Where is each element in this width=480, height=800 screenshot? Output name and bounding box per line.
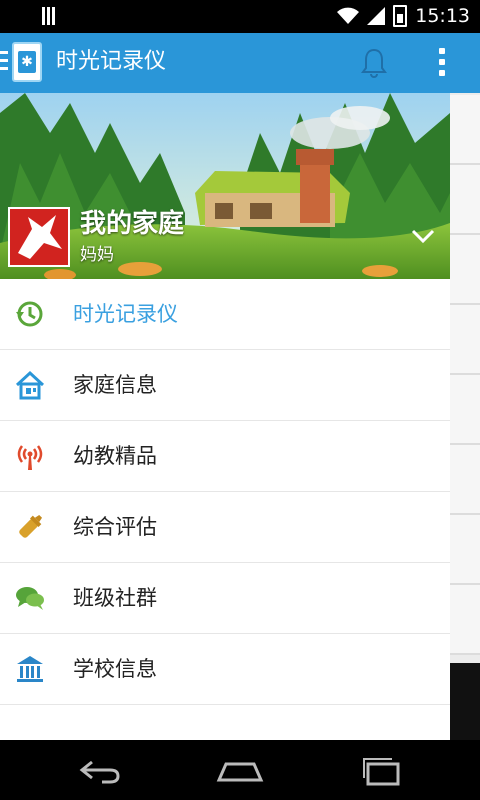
avatar-image [18,215,62,259]
notification-icon [42,7,60,25]
overflow-menu-icon[interactable] [439,48,447,81]
menu-item-class-community[interactable]: 班级社群 [0,563,450,634]
list-item [450,235,480,305]
baby-bottle-icon [19,514,43,538]
app-logo[interactable]: ✱ [12,42,42,82]
menu-item-label: 家庭信息 [73,373,157,397]
system-nav-bar [0,740,480,800]
menu-item-assessment[interactable]: 综合评估 [0,492,450,563]
bell-icon[interactable] [360,47,388,79]
clock-history-icon [16,301,43,327]
menu-item-family-info[interactable]: 家庭信息 [0,350,450,421]
menu-item-label: 班级社群 [73,586,157,610]
list-item [450,585,480,655]
menu-item-preschool-picks[interactable]: 幼教精品 [0,421,450,492]
menu-item-label: 时光记录仪 [73,302,178,326]
list-item [450,165,480,235]
home-icon [15,370,45,400]
wifi-icon [337,7,360,24]
signal-icon [367,7,386,25]
menu-item-time-recorder[interactable]: 时光记录仪 [0,279,450,350]
status-time: 15:13 [415,5,470,27]
family-name: 我的家庭 [80,209,185,239]
menu-item-school-info[interactable]: 学校信息 [0,634,450,705]
recent-apps-icon[interactable] [360,756,404,786]
back-icon[interactable] [78,758,122,784]
status-bar: 15:13 [0,0,480,33]
school-building-icon [17,656,43,682]
list-item [450,305,480,375]
drawer-header[interactable]: 我的家庭 妈妈 [0,93,450,279]
menu-item-label: 幼教精品 [73,444,157,468]
dark-strip [450,663,480,740]
list-item [450,515,480,585]
menu-item-label: 学校信息 [73,657,157,681]
chat-bubbles-icon [16,587,44,610]
drawer-menu: 时光记录仪 家庭信息 幼教精品 综合评估 班级社群 学校信息 [0,279,450,705]
home-nav-icon[interactable] [216,758,264,784]
family-role: 妈妈 [80,245,114,265]
list-item [450,375,480,445]
chevron-down-icon[interactable] [410,227,436,245]
menu-item-label: 综合评估 [73,515,157,539]
app-title: 时光记录仪 [56,49,167,74]
navigation-drawer: 我的家庭 妈妈 时光记录仪 家庭信息 幼教精品 综合评估 班级社群 学校信息 [0,93,450,740]
list-item [450,95,480,165]
broadcast-icon [17,445,43,470]
list-item [450,445,480,515]
battery-icon [393,5,408,27]
drawer-toggle-icon[interactable] [0,51,10,75]
avatar[interactable] [8,207,70,267]
app-bar: ✱ 时光记录仪 [0,33,480,93]
